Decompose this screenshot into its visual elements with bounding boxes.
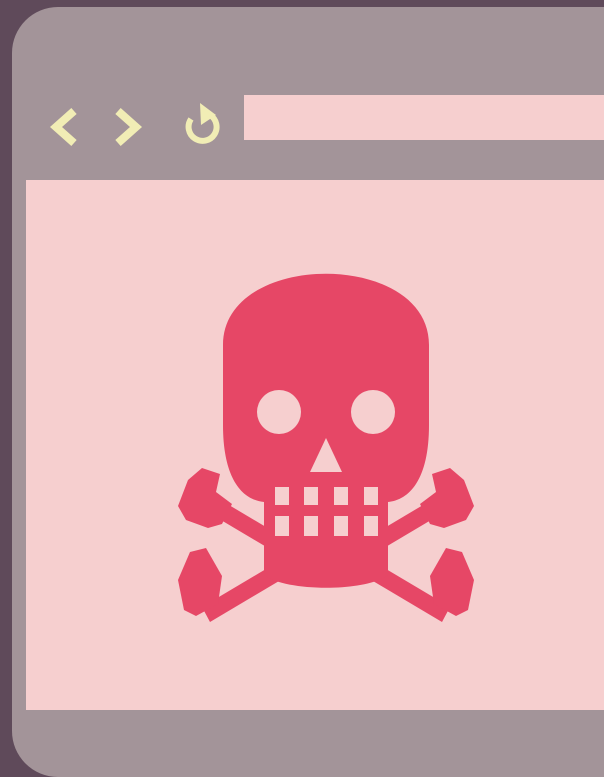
forward-button[interactable]	[106, 105, 146, 149]
chevron-right-icon	[115, 108, 143, 146]
chevron-left-icon	[49, 108, 77, 146]
page-content	[26, 180, 604, 710]
address-bar[interactable]	[244, 95, 604, 140]
reload-icon	[185, 103, 220, 144]
skull-and-crossbones-icon	[178, 273, 474, 622]
reload-button[interactable]	[182, 101, 226, 149]
back-button[interactable]	[46, 105, 86, 149]
browser-window	[12, 7, 604, 777]
